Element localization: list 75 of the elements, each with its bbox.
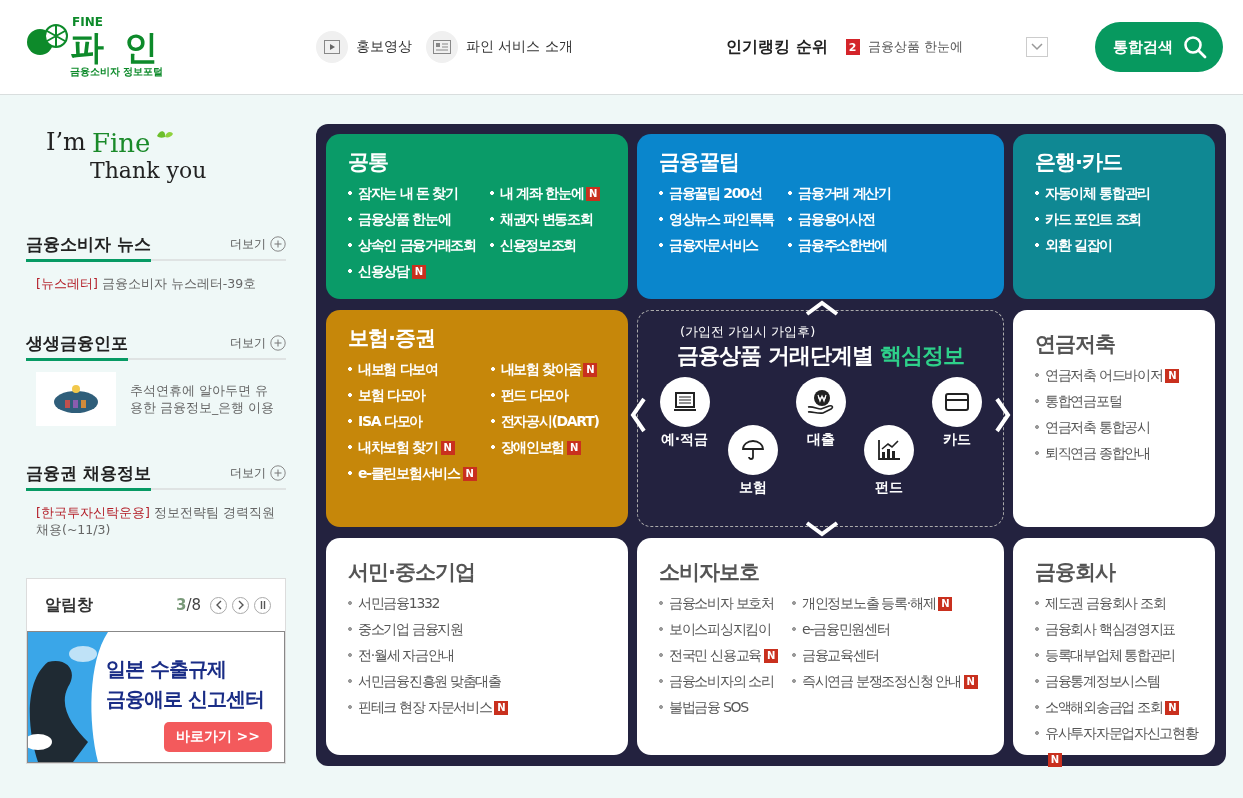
plus-icon [270,465,286,481]
new-badge: N [494,701,509,715]
chevron-right-icon [236,600,245,610]
nav-link[interactable]: 파인 서비스 소개 [426,31,573,63]
section-title: 금융소비자 뉴스 [26,233,151,262]
search-button[interactable]: 통합검색 [1095,22,1223,72]
caret-icon [1030,43,1043,51]
plus-icon [270,335,286,351]
news-link[interactable]: [한국투자신탁운용] 정보전략팀 경력직원 채용(~11/3) [26,490,286,568]
card-title: 금융회사 [1035,559,1117,586]
card-title: 은행·카드 [1035,149,1123,176]
pause-icon [258,600,267,610]
steps-subtitle: (가입전 가입시 가입후) [680,323,816,341]
logo-label: FINE [72,16,103,28]
new-badge: N [938,597,953,611]
chevron-left-icon [214,600,223,610]
steps-title: 금융상품 거래단계별 핵심정보 [677,342,964,370]
search-icon [1183,35,1207,59]
new-badge: N [764,649,779,663]
section-title: 생생금융인포 [26,332,128,361]
news-link[interactable]: [뉴스레터] 금융소비자 뉴스레터-39호 [26,261,286,322]
card-title: 소비자보호 [659,559,760,586]
card-title: 공통 [348,149,389,176]
ranking-label: 인기랭킹 순위 [726,36,828,58]
banner-headline: 일본 수출규제 [106,656,227,683]
new-badge: N [462,467,477,481]
card-title: 연금저축 [1035,331,1116,358]
page-counter: 3/8 [175,596,201,614]
new-badge: N [1048,753,1062,767]
logo-name: 파 인 [70,28,162,66]
slogan-text: Thank you [90,158,208,183]
new-badge: N [1165,701,1180,715]
leaf-icon [156,128,175,140]
card-title: 보험·증권 [348,325,436,352]
slogan-text: I’m [46,128,86,156]
more-link[interactable]: 더보기 [230,235,286,253]
umbrella-icon [741,439,764,461]
chart-icon [876,439,901,461]
play-icon [324,40,340,54]
banner-headline: 금융애로 신고센터 [106,686,264,713]
plus-icon [270,236,286,252]
ledger-icon [672,392,697,412]
step-link[interactable]: 대출 [794,377,847,497]
new-badge: N [586,187,601,201]
document-icon [433,40,451,54]
section-title: 금융권 채용정보 [26,462,151,491]
pause-button[interactable] [254,596,271,614]
new-badge: N [567,441,582,455]
more-link[interactable]: 더보기 [230,334,286,352]
slogan-accent: Fine [91,128,151,158]
card-title: 금융꿀팁 [659,149,740,176]
card-title: 서민·중소기업 [348,559,476,586]
chevron-up-icon[interactable] [804,300,840,316]
rank-badge: 2 [845,39,860,55]
previous-button[interactable] [210,596,227,614]
notice-title: 알림창 [45,594,93,616]
ranking-item[interactable]: 금융상품 한눈에 [867,38,1018,56]
info-link[interactable]: 추석연휴에 알아두면 유용한 금융정보_은행 이용 [130,382,276,416]
logo-icon [26,22,68,58]
new-badge: N [440,441,455,455]
chevron-down-icon[interactable] [804,521,840,537]
chevron-left-icon[interactable] [629,397,647,433]
nav-link[interactable]: 홍보영상 [316,31,412,63]
step-link[interactable]: 카드 [930,377,983,497]
new-badge: N [583,363,598,377]
step-link[interactable]: 예·적금 [658,377,711,497]
new-badge: N [411,265,426,279]
new-badge: N [963,675,978,689]
credit-card-icon [944,393,969,411]
next-button[interactable] [232,596,249,614]
new-badge: N [1165,369,1180,383]
more-link[interactable]: 더보기 [230,464,286,482]
chevron-right-icon[interactable] [994,397,1012,433]
coin-hand-icon [806,389,835,415]
logo-subtitle: 금융소비자 정보포털 [70,66,164,78]
